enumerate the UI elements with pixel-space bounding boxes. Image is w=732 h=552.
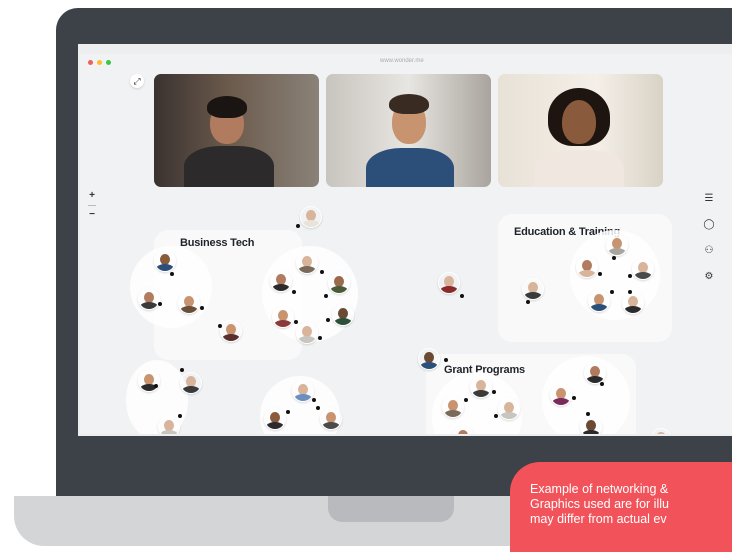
direction-dot	[296, 224, 300, 228]
avatar[interactable]	[272, 306, 294, 328]
direction-dot	[326, 318, 330, 322]
settings-icon[interactable]: ⚙	[702, 270, 716, 284]
avatar[interactable]	[632, 258, 654, 280]
direction-dot	[320, 270, 324, 274]
avatar[interactable]	[576, 256, 598, 278]
banner-line-1: Example of networking &	[530, 482, 669, 496]
direction-dot	[628, 274, 632, 278]
right-toolbar: ☰ ◯ ⚇ ⚙	[702, 192, 716, 284]
avatar[interactable]	[138, 288, 160, 310]
browser-url: www.wonder.me	[380, 58, 424, 64]
direction-dot	[600, 382, 604, 386]
zoom-controls: + −	[86, 190, 98, 220]
direction-dot	[572, 396, 576, 400]
video-tile-3[interactable]	[498, 74, 663, 187]
avatar[interactable]	[178, 292, 200, 314]
avatar[interactable]	[498, 398, 520, 420]
avatar[interactable]	[650, 428, 672, 434]
avatar[interactable]	[220, 320, 242, 342]
avatar[interactable]	[270, 270, 292, 292]
expand-arrows-icon[interactable]: ⤢	[130, 74, 144, 88]
avatar[interactable]	[588, 290, 610, 312]
window-controls	[88, 60, 111, 65]
zoom-in-button[interactable]: +	[89, 190, 95, 201]
zoom-divider	[88, 204, 96, 206]
zoom-out-button[interactable]: −	[89, 209, 95, 220]
direction-dot	[612, 256, 616, 260]
direction-dot	[494, 414, 498, 418]
direction-dot	[586, 412, 590, 416]
direction-dot	[294, 320, 298, 324]
room-title-business-tech: Business Tech	[180, 237, 255, 249]
video-tile-1[interactable]	[154, 74, 319, 187]
direction-dot	[200, 306, 204, 310]
banner-line-3: may differ from actual ev	[530, 512, 667, 526]
avatar[interactable]	[438, 272, 460, 294]
banner-line-2: Graphics used are for illu	[530, 497, 669, 511]
direction-dot	[158, 302, 162, 306]
wonder-canvas[interactable]: www.wonder.me ⤢ + − ☰ ◯ ⚇ ⚙ Business Tec…	[80, 54, 732, 434]
laptop-notch	[328, 496, 454, 522]
avatar[interactable]	[550, 384, 572, 406]
avatar[interactable]	[622, 292, 644, 314]
avatar[interactable]	[296, 322, 318, 344]
maximize-dot[interactable]	[106, 60, 111, 65]
avatar[interactable]	[584, 362, 606, 384]
avatar[interactable]	[300, 206, 322, 228]
direction-dot	[610, 290, 614, 294]
avatar[interactable]	[320, 408, 342, 430]
avatar[interactable]	[292, 380, 314, 402]
direction-dot	[460, 294, 464, 298]
direction-dot	[286, 410, 290, 414]
direction-dot	[312, 398, 316, 402]
avatar[interactable]	[442, 396, 464, 418]
avatar[interactable]	[158, 416, 180, 434]
avatar[interactable]	[470, 376, 492, 398]
chat-icon[interactable]: ◯	[702, 218, 716, 232]
direction-dot	[318, 336, 322, 340]
list-icon[interactable]: ☰	[702, 192, 716, 206]
direction-dot	[598, 272, 602, 276]
minimize-dot[interactable]	[97, 60, 102, 65]
direction-dot	[492, 390, 496, 394]
avatar[interactable]	[332, 304, 354, 326]
video-tile-2[interactable]	[326, 74, 491, 187]
avatar[interactable]	[180, 372, 202, 394]
direction-dot	[180, 368, 184, 372]
direction-dot	[324, 294, 328, 298]
avatar[interactable]	[264, 408, 286, 430]
direction-dot	[154, 384, 158, 388]
direction-dot	[170, 272, 174, 276]
direction-dot	[178, 414, 182, 418]
avatar[interactable]	[418, 348, 440, 370]
avatar[interactable]	[154, 250, 176, 272]
avatar[interactable]	[580, 416, 602, 434]
avatar[interactable]	[296, 252, 318, 274]
disclaimer-banner: Example of networking & Graphics used ar…	[510, 462, 732, 552]
direction-dot	[444, 358, 448, 362]
direction-dot	[526, 300, 530, 304]
avatar[interactable]	[138, 370, 160, 392]
direction-dot	[292, 290, 296, 294]
avatar[interactable]	[522, 278, 544, 300]
direction-dot	[316, 406, 320, 410]
avatar[interactable]	[328, 272, 350, 294]
direction-dot	[218, 324, 222, 328]
direction-dot	[628, 290, 632, 294]
people-icon[interactable]: ⚇	[702, 244, 716, 258]
direction-dot	[464, 398, 468, 402]
close-dot[interactable]	[88, 60, 93, 65]
avatar[interactable]	[606, 234, 628, 256]
